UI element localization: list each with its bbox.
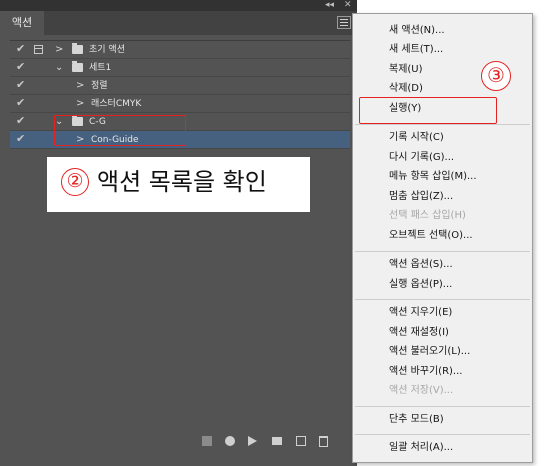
menu-item-batch[interactable]: 일괄 처리(A)... <box>389 440 453 456</box>
folder-icon <box>72 43 83 54</box>
folder-icon <box>72 61 83 72</box>
check-icon[interactable]: ✔ <box>16 60 25 73</box>
menu-item-playback-options[interactable]: 실행 옵션(P)... <box>389 277 452 293</box>
menu-item-load-actions[interactable]: 액션 불러오기(L)... <box>389 344 470 360</box>
chevron-down-icon[interactable]: ⌄ <box>55 61 63 75</box>
new-action-icon[interactable] <box>296 436 306 446</box>
menu-divider <box>355 406 530 407</box>
menu-divider <box>355 124 530 125</box>
list-item-label: 래스터CMYK <box>91 99 142 109</box>
close-icon[interactable]: ✕ <box>344 0 352 11</box>
list-item-action[interactable]: ✔ > 정렬 <box>10 77 350 95</box>
menu-item-button-mode[interactable]: 단추 모드(B) <box>389 412 444 428</box>
menu-item-record-again[interactable]: 다시 기록(G)... <box>389 150 454 166</box>
chevron-right-icon[interactable]: > <box>76 97 84 111</box>
list-item-label: 세트1 <box>89 63 112 73</box>
actions-panel: ◂◂ ✕ 액션 ✔ > 초기 액션 ✔ ⌄ 세트1 ✔ > 정렬 ✔ > 래스터… <box>0 0 357 466</box>
menu-item-insert-stop[interactable]: 멈춤 삽입(Z)... <box>389 189 453 205</box>
callout-text: 액션 목록을 확인 <box>97 168 267 196</box>
check-icon[interactable]: ✔ <box>16 96 25 109</box>
check-icon[interactable]: ✔ <box>16 78 25 91</box>
annotation-callout: ② 액션 목록을 확인 <box>47 157 310 212</box>
menu-item-replace-actions[interactable]: 액션 바꾸기(R)... <box>389 364 462 380</box>
menu-item-save-actions: 액션 저장(V)... <box>389 385 454 396</box>
collapse-icon[interactable]: ◂◂ <box>325 0 334 11</box>
record-icon[interactable] <box>225 436 235 446</box>
list-item-set-default[interactable]: ✔ > 초기 액션 <box>10 41 350 59</box>
tab-row: 액션 <box>0 11 357 35</box>
step-number-badge: ② <box>61 168 89 196</box>
highlight-box <box>54 115 186 146</box>
check-icon[interactable]: ✔ <box>16 132 25 145</box>
menu-item-insert-menu-item[interactable]: 메뉴 항목 삽입(M)... <box>389 169 477 185</box>
panel-flyout-menu: 새 액션(N)... 새 세트(T)... 복제(U) 삭제(D) 실행(Y) … <box>352 13 533 463</box>
menu-item-new-set[interactable]: 새 세트(T)... <box>389 42 443 58</box>
menu-item-duplicate[interactable]: 복제(U) <box>389 62 423 78</box>
panel-titlebar: ◂◂ ✕ <box>0 0 357 11</box>
chevron-right-icon[interactable]: > <box>55 43 63 57</box>
menu-item-start-recording[interactable]: 기록 시작(C) <box>389 130 444 146</box>
menu-item-reset-actions[interactable]: 액션 재설정(I) <box>389 325 449 341</box>
tab-actions[interactable]: 액션 <box>0 11 44 35</box>
list-item-action[interactable]: ✔ > 래스터CMYK <box>10 95 350 113</box>
trash-icon[interactable] <box>319 436 328 447</box>
highlight-box <box>359 97 497 124</box>
list-item-set-1[interactable]: ✔ ⌄ 세트1 <box>10 59 350 77</box>
stop-icon[interactable] <box>202 436 212 446</box>
new-set-icon[interactable] <box>272 437 282 445</box>
check-icon[interactable]: ✔ <box>16 42 25 55</box>
step-number-badge: ③ <box>481 61 511 91</box>
menu-divider <box>355 299 530 300</box>
menu-item-action-options[interactable]: 액션 옵션(S)... <box>389 257 453 273</box>
menu-item-clear-actions[interactable]: 액션 지우기(E) <box>389 305 452 321</box>
menu-item-delete[interactable]: 삭제(D) <box>389 81 423 97</box>
check-icon[interactable]: ✔ <box>16 114 25 127</box>
panel-toolbar <box>0 428 357 452</box>
menu-item-insert-selected-path: 선택 패스 삽입(H) <box>389 210 466 221</box>
list-item-label: 정렬 <box>91 81 108 91</box>
menu-item-select-object[interactable]: 오브젝트 선택(O)... <box>389 228 473 244</box>
actions-list: ✔ > 초기 액션 ✔ ⌄ 세트1 ✔ > 정렬 ✔ > 래스터CMYK ✔ ⌄ <box>10 40 350 421</box>
panel-menu-button[interactable] <box>337 16 351 29</box>
play-icon[interactable] <box>248 436 257 446</box>
list-item-label: 초기 액션 <box>89 45 125 55</box>
menu-divider <box>355 434 530 435</box>
chevron-right-icon[interactable]: > <box>76 79 84 93</box>
menu-item-new-action[interactable]: 새 액션(N)... <box>389 23 445 39</box>
dialog-toggle-icon[interactable] <box>34 45 43 54</box>
menu-divider <box>355 251 530 252</box>
